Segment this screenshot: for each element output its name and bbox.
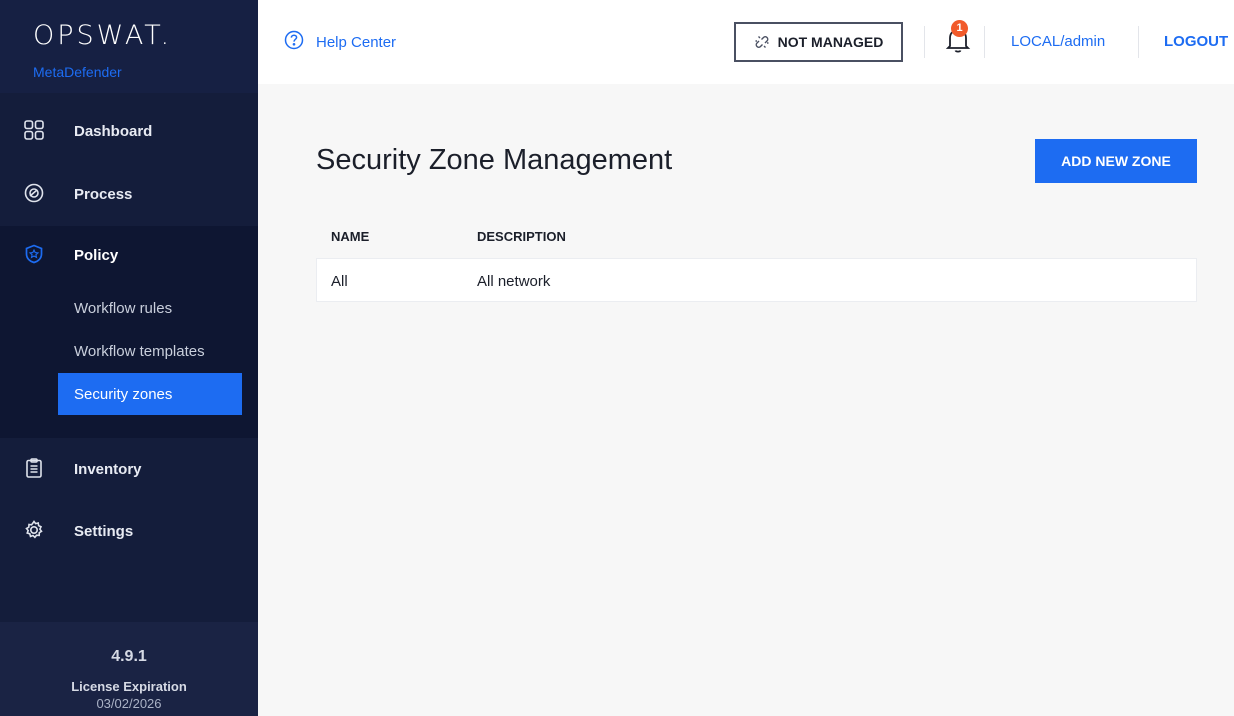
help-center-label: Help Center [316,34,397,51]
sidebar-item-label: Policy [74,246,119,264]
divider [984,26,985,58]
sidebar-item-process[interactable]: Process [0,169,258,219]
sidebar-subitem-security-zones[interactable]: Security zones [58,373,242,415]
sidebar-subitem-workflow-templates[interactable]: Workflow templates [58,330,242,372]
sidebar-item-dashboard[interactable]: Dashboard [0,106,258,156]
license-date: 03/02/2026 [96,696,162,711]
column-header-description[interactable]: DESCRIPTION [477,229,566,244]
sidebar-item-policy[interactable]: Policy [0,230,258,280]
table-row[interactable]: All All network [316,258,1197,302]
dashboard-grid-icon [24,120,44,140]
not-managed-label: NOT MANAGED [777,34,884,50]
gear-icon [24,520,44,540]
policy-section: Policy Workflow rules Workflow templates… [0,226,258,438]
help-circle-icon [284,30,304,55]
sidebar-item-inventory[interactable]: Inventory [0,444,258,494]
sidebar-item-label: Inventory [74,460,142,478]
product-name: MetaDefender [33,64,122,80]
zone-description-cell: All network [477,273,551,290]
help-center-link[interactable]: Help Center [284,30,396,55]
top-bar: Help Center NOT MANAGED 1 LOCAL/admin LO… [258,0,1234,84]
add-new-zone-button[interactable]: ADD NEW ZONE [1035,139,1197,183]
shield-star-icon [24,244,44,264]
notification-count-badge: 1 [951,20,968,37]
brand-logo[interactable]: OPSWAT. MetaDefender [0,0,258,93]
link-broken-icon [755,36,769,48]
brand-name: OPSWAT. [33,20,173,51]
sidebar: OPSWAT. MetaDefender Dashboard Process P… [0,0,258,716]
process-gauge-icon [24,183,44,203]
divider [1138,26,1139,58]
logout-button[interactable]: LOGOUT [1164,33,1228,50]
sidebar-item-label: Settings [74,522,134,540]
zone-name-cell: All [331,273,348,290]
not-managed-button[interactable]: NOT MANAGED [734,22,903,62]
version-info: 4.9.1 License Expiration 03/02/2026 [0,622,258,716]
column-header-name[interactable]: NAME [331,229,369,244]
license-label: License Expiration [71,679,187,694]
sidebar-item-settings[interactable]: Settings [0,506,258,556]
sidebar-item-label: Process [74,185,133,203]
sidebar-subitem-workflow-rules[interactable]: Workflow rules [58,287,242,329]
divider [924,26,925,58]
user-account-link[interactable]: LOCAL/admin [1011,33,1105,50]
version-number: 4.9.1 [111,648,147,665]
clipboard-icon [24,458,44,478]
sidebar-item-label: Dashboard [74,122,153,140]
page-title: Security Zone Management [316,144,673,176]
